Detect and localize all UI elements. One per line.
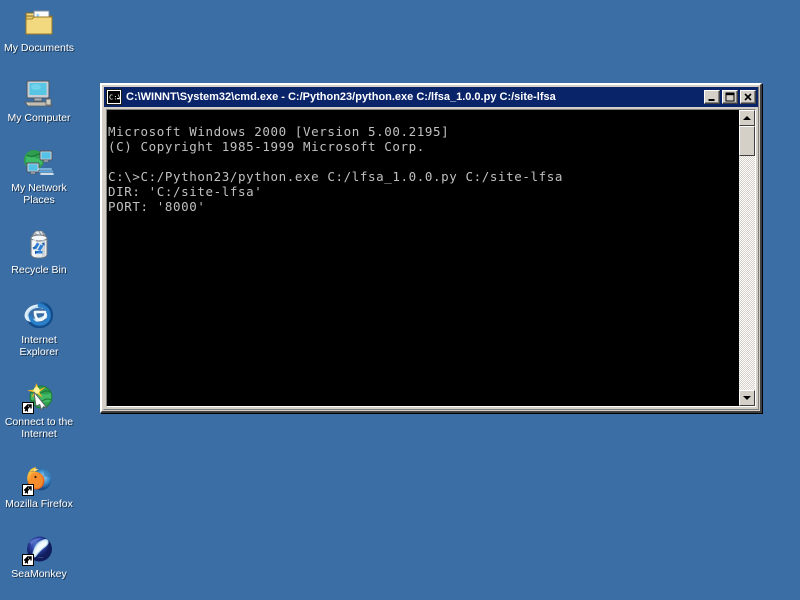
desktop-icon-label: My Network Places <box>11 182 67 206</box>
connect-globe-icon <box>22 381 55 414</box>
desktop-icon-label: Internet Explorer <box>19 334 59 358</box>
cmd-console-icon: C:\ <box>106 89 122 105</box>
desktop-icon-recycle-bin[interactable]: Recycle Bin <box>1 224 77 280</box>
internet-explorer-icon <box>23 299 55 331</box>
shortcut-overlay-icon <box>22 554 34 566</box>
desktop-icon-my-network-places[interactable]: My Network Places <box>1 142 77 210</box>
shortcut-overlay-icon <box>22 402 34 414</box>
console-output-text: Microsoft Windows 2000 [Version 5.00.219… <box>107 122 739 394</box>
desktop-icon-my-documents[interactable]: My Documents <box>1 2 77 58</box>
window-control-buttons <box>704 90 756 104</box>
maximize-glyph-icon <box>725 92 735 102</box>
minimize-glyph-icon <box>708 99 715 101</box>
computer-icon <box>23 77 55 109</box>
scroll-down-button[interactable] <box>739 390 755 406</box>
scroll-up-arrow-icon <box>743 116 751 120</box>
close-button[interactable] <box>740 90 756 104</box>
scroll-down-arrow-icon <box>743 396 751 400</box>
minimize-button[interactable] <box>704 90 720 104</box>
folder-document-icon <box>23 7 55 39</box>
svg-text:C:\: C:\ <box>109 94 122 102</box>
close-glyph-icon <box>744 93 752 101</box>
firefox-icon <box>22 463 55 496</box>
desktop-icon-label: Connect to the Internet <box>4 416 74 440</box>
window-titlebar[interactable]: C:\ C:\WINNT\System32\cmd.exe - C:/Pytho… <box>104 87 758 107</box>
console-client-area[interactable]: Microsoft Windows 2000 [Version 5.00.219… <box>106 109 756 407</box>
desktop-icon-label: My Computer <box>7 112 71 124</box>
desktop-icon-connect-to-internet[interactable]: Connect to the Internet <box>1 376 77 444</box>
desktop-icon-label: SeaMonkey <box>11 568 67 580</box>
network-places-icon <box>23 147 55 179</box>
maximize-button[interactable] <box>722 90 738 104</box>
cmd-console-window[interactable]: C:\ C:\WINNT\System32\cmd.exe - C:/Pytho… <box>100 83 762 413</box>
recycle-bin-icon <box>23 229 55 261</box>
desktop-icon-my-computer[interactable]: My Computer <box>1 72 77 128</box>
window-title: C:\WINNT\System32\cmd.exe - C:/Python23/… <box>126 91 556 103</box>
desktop-icon-grid: My Documents My Computer My Network Plac… <box>0 0 80 584</box>
desktop-icon-label: Mozilla Firefox <box>5 498 73 510</box>
scrollbar-track[interactable] <box>739 126 755 390</box>
scroll-up-button[interactable] <box>739 110 755 126</box>
desktop-icon-mozilla-firefox[interactable]: Mozilla Firefox <box>1 458 77 514</box>
desktop-icon-internet-explorer[interactable]: Internet Explorer <box>1 294 77 362</box>
seamonkey-icon <box>22 533 55 566</box>
desktop-icon-label: Recycle Bin <box>11 264 67 276</box>
scrollbar-thumb[interactable] <box>739 126 755 156</box>
console-vertical-scrollbar[interactable] <box>739 110 755 406</box>
shortcut-overlay-icon <box>22 484 34 496</box>
desktop-icon-label: My Documents <box>3 42 75 54</box>
desktop-icon-seamonkey[interactable]: SeaMonkey <box>1 528 77 584</box>
